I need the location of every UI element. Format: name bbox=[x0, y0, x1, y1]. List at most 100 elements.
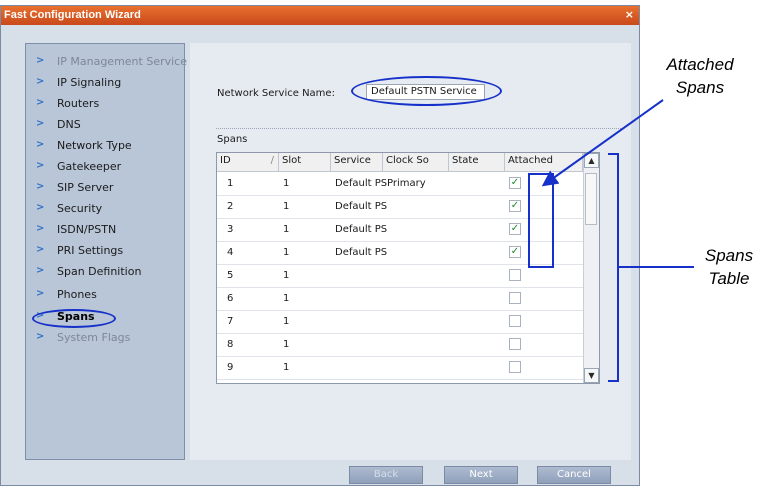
column-header-label: State bbox=[452, 155, 479, 166]
attached-checkbox[interactable] bbox=[509, 315, 521, 327]
sidebar-item[interactable]: > Span Definition bbox=[26, 264, 184, 282]
sidebar-item-label: Network Type bbox=[57, 139, 132, 152]
cell-slot: 1 bbox=[283, 270, 290, 281]
sidebar-item: > IP Management Service bbox=[26, 54, 187, 72]
sidebar-item[interactable]: > DNS bbox=[26, 117, 184, 135]
scroll-down-icon[interactable]: ▼ bbox=[584, 368, 599, 383]
column-header-service[interactable]: Service bbox=[331, 153, 383, 172]
table-row[interactable]: 61 bbox=[217, 288, 583, 311]
sidebar-item-label: Gatekeeper bbox=[57, 160, 122, 173]
cell-slot: 1 bbox=[283, 247, 290, 258]
sidebar-item[interactable]: > PRI Settings bbox=[26, 243, 184, 261]
close-icon[interactable]: × bbox=[625, 8, 634, 21]
spans-table-callout: Spans Table bbox=[704, 246, 754, 288]
sidebar-item-label: IP Management Service bbox=[57, 55, 187, 68]
column-header-label: Attached bbox=[508, 155, 553, 166]
sidebar-item: > System Flags bbox=[26, 330, 184, 348]
cell-id: 5 bbox=[227, 270, 234, 281]
spans-table-bracket bbox=[608, 153, 619, 382]
sidebar-item-label: Security bbox=[57, 202, 103, 215]
sidebar-item-label: SIP Server bbox=[57, 181, 114, 194]
column-header-slot[interactable]: Slot bbox=[279, 153, 331, 172]
sidebar-item-label: ISDN/PSTN bbox=[57, 223, 117, 236]
chevron-right-icon: > bbox=[36, 76, 45, 87]
cell-slot: 1 bbox=[283, 201, 290, 212]
spans-step-highlight bbox=[32, 309, 116, 328]
chevron-right-icon: > bbox=[36, 223, 45, 234]
chevron-right-icon: > bbox=[36, 265, 45, 276]
column-header-attached[interactable]: Attached bbox=[505, 153, 583, 172]
cell-id: 9 bbox=[227, 362, 234, 373]
sidebar-item[interactable]: > ISDN/PSTN bbox=[26, 222, 184, 240]
sidebar-item-label: Phones bbox=[57, 288, 97, 301]
chevron-right-icon: > bbox=[36, 288, 45, 299]
scroll-thumb[interactable] bbox=[585, 173, 597, 225]
sidebar-item-label: PRI Settings bbox=[57, 244, 124, 257]
column-header-clock-source[interactable]: Clock So bbox=[383, 153, 449, 172]
cell-slot: 1 bbox=[283, 293, 290, 304]
table-row[interactable]: 91 bbox=[217, 357, 583, 380]
table-scrollbar[interactable]: ▲ ▼ bbox=[583, 153, 599, 383]
cell-id: 7 bbox=[227, 316, 234, 327]
attached-checkbox[interactable]: ✓ bbox=[509, 246, 521, 258]
network-service-name-label: Network Service Name: bbox=[217, 88, 335, 99]
sidebar-item-label: Span Definition bbox=[57, 265, 142, 278]
cell-service: Default PS bbox=[335, 247, 388, 258]
attached-checkbox[interactable] bbox=[509, 269, 521, 281]
attached-spans-callout: Attached Spans bbox=[666, 55, 734, 97]
scroll-up-icon[interactable]: ▲ bbox=[584, 153, 599, 168]
attached-checkbox[interactable] bbox=[509, 292, 521, 304]
sidebar-item[interactable]: > Security bbox=[26, 201, 184, 219]
cell-id: 6 bbox=[227, 293, 234, 304]
title-bar: Fast Configuration Wizard × bbox=[1, 6, 639, 25]
attached-checkbox[interactable] bbox=[509, 338, 521, 350]
network-service-highlight bbox=[351, 76, 502, 106]
sidebar-item[interactable]: > IP Signaling bbox=[26, 75, 184, 93]
attached-checkbox[interactable]: ✓ bbox=[509, 223, 521, 235]
column-header-label: ID bbox=[220, 155, 231, 166]
table-row[interactable]: 51 bbox=[217, 265, 583, 288]
cell-service: Default PS bbox=[335, 201, 388, 212]
sidebar-item-label: Routers bbox=[57, 97, 100, 110]
cell-slot: 1 bbox=[283, 178, 290, 189]
sidebar-item[interactable]: > Routers bbox=[26, 96, 184, 114]
attached-checkbox[interactable]: ✓ bbox=[509, 177, 521, 189]
chevron-right-icon: > bbox=[36, 181, 45, 192]
sidebar-item[interactable]: > Phones bbox=[26, 287, 184, 305]
back-button[interactable]: Back bbox=[349, 466, 423, 484]
cell-service: Default PS bbox=[335, 178, 388, 189]
cell-id: 8 bbox=[227, 339, 234, 350]
chevron-right-icon: > bbox=[36, 244, 45, 255]
cell-id: 1 bbox=[227, 178, 234, 189]
cell-clock: Primary bbox=[387, 178, 426, 189]
column-header-id[interactable]: ID / bbox=[217, 153, 279, 172]
sidebar-item-label: IP Signaling bbox=[57, 76, 122, 89]
sidebar-item-label: System Flags bbox=[57, 331, 131, 344]
attached-checkbox[interactable] bbox=[509, 361, 521, 373]
column-header-label: Clock So bbox=[386, 155, 429, 166]
cell-id: 4 bbox=[227, 247, 234, 258]
sidebar-item-label: DNS bbox=[57, 118, 81, 131]
attached-checkbox[interactable]: ✓ bbox=[509, 200, 521, 212]
cell-id: 3 bbox=[227, 224, 234, 235]
column-header-state[interactable]: State bbox=[449, 153, 505, 172]
table-row[interactable]: 71 bbox=[217, 311, 583, 334]
section-divider bbox=[216, 128, 623, 129]
chevron-right-icon: > bbox=[36, 97, 45, 108]
cancel-button[interactable]: Cancel bbox=[537, 466, 611, 484]
sidebar-item[interactable]: > Gatekeeper bbox=[26, 159, 184, 177]
column-header-label: Slot bbox=[282, 155, 302, 166]
sidebar-item[interactable]: > SIP Server bbox=[26, 180, 184, 198]
next-button[interactable]: Next bbox=[444, 466, 518, 484]
cell-slot: 1 bbox=[283, 362, 290, 373]
cell-service: Default PS bbox=[335, 224, 388, 235]
table-row[interactable]: 81 bbox=[217, 334, 583, 357]
attached-spans-highlight bbox=[528, 173, 554, 268]
sidebar-item[interactable]: > Network Type bbox=[26, 138, 184, 156]
cell-slot: 1 bbox=[283, 339, 290, 350]
spans-section-label: Spans bbox=[217, 134, 248, 145]
wizard-steps-sidebar: > IP Management Service > IP Signaling > Rout… bbox=[25, 43, 187, 460]
chevron-right-icon: > bbox=[36, 160, 45, 171]
cell-id: 2 bbox=[227, 201, 234, 212]
column-header-label: Service bbox=[334, 155, 371, 166]
